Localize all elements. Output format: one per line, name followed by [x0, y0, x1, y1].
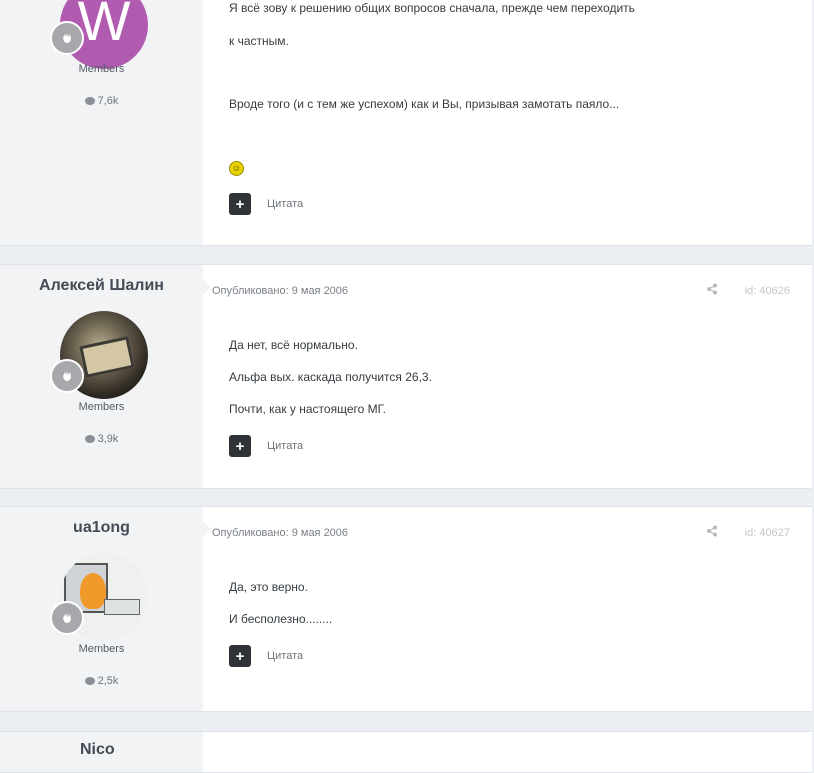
smiley-emoji-icon: ☺ [229, 161, 244, 176]
quote-plus-button[interactable]: + [229, 193, 251, 215]
post-text-line: Почти, как у настоящего МГ. [229, 402, 386, 416]
post-count: 2,5k [0, 675, 203, 687]
group-badge-icon [50, 21, 84, 55]
post-text-line: Вроде того (и с тем же успехом) как и Вы… [229, 97, 620, 111]
author-name[interactable]: Алексей Шалин [0, 277, 203, 295]
author-panel: W Members 7,6k [0, 0, 203, 245]
post-count-value: 7,6k [97, 95, 119, 107]
post-text-line: Да нет, всё нормально. [229, 338, 358, 352]
comment-bubble-icon [84, 677, 95, 685]
quote-plus-button[interactable]: + [229, 435, 251, 457]
group-badge-icon [50, 601, 84, 635]
post-text-line: Альфа вых. каскада получится 26,3. [229, 370, 432, 384]
author-panel: Алексей Шалин Members 3,9k [0, 265, 203, 488]
panel-arrow [203, 521, 211, 537]
post-id[interactable]: id: 40626 [745, 285, 790, 297]
post-text-line: к частным. [229, 34, 289, 48]
group-badge-icon [50, 359, 84, 393]
post-2: Алексей Шалин Members 3,9k Опубликовано:… [0, 264, 812, 489]
post-1: W Members 7,6k Я всё зову к решению общи… [0, 0, 812, 246]
avatar-image [104, 599, 140, 615]
member-group: Members [78, 643, 125, 655]
post-date: Опубликовано: 9 мая 2006 [212, 527, 349, 539]
post-text-line: Да, это верно. [229, 580, 308, 594]
post-3: ua1ong Members 2,5k Опубликовано: 9 мая … [0, 506, 812, 712]
share-icon[interactable] [706, 283, 718, 298]
quote-label[interactable]: Цитата [267, 440, 303, 452]
post-count-value: 2,5k [97, 675, 119, 687]
post-4 [0, 731, 812, 773]
author-panel: ua1ong Members 2,5k [0, 507, 203, 711]
author-name[interactable]: ua1ong [0, 519, 203, 537]
quote-plus-button[interactable]: + [229, 645, 251, 667]
post-text-line: Я всё зову к решению общих вопросов снач… [229, 1, 635, 15]
quote-label[interactable]: Цитата [267, 650, 303, 662]
post-id[interactable]: id: 40627 [745, 527, 790, 539]
post-count: 3,9k [0, 433, 203, 445]
avatar-image [80, 573, 106, 609]
author-name[interactable]: Nico [80, 741, 115, 759]
avatar-image [79, 336, 135, 378]
post-count: 7,6k [0, 95, 203, 107]
member-group: Members [78, 401, 125, 413]
comment-bubble-icon [84, 435, 95, 443]
post-date: Опубликовано: 9 мая 2006 [212, 285, 349, 297]
post-count-value: 3,9k [97, 433, 119, 445]
post-text-line: И бесполезно........ [229, 612, 333, 626]
member-group: Members [78, 63, 125, 75]
quote-label[interactable]: Цитата [267, 198, 303, 210]
share-icon[interactable] [706, 525, 718, 540]
comment-bubble-icon [84, 97, 95, 105]
panel-arrow [203, 279, 211, 295]
